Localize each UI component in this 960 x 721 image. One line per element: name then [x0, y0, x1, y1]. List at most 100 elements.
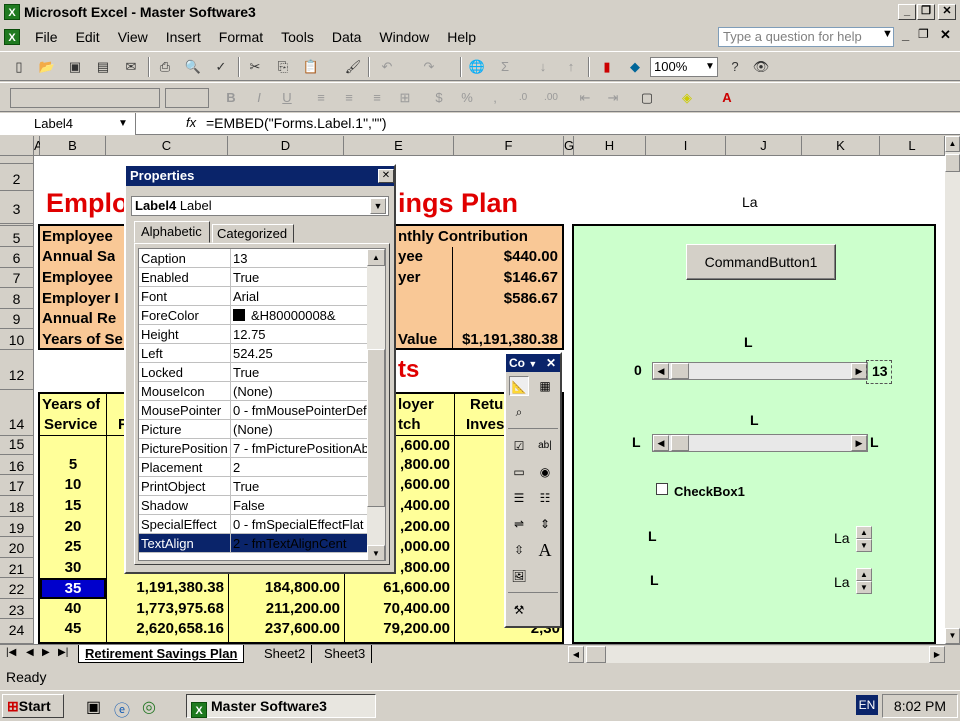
- property-value[interactable]: 524.25: [230, 344, 367, 363]
- undo-icon[interactable]: ↶: [378, 58, 396, 76]
- spin-button-tool-icon[interactable]: ⇕: [535, 514, 555, 534]
- label-la-top[interactable]: La: [742, 194, 758, 210]
- font-select[interactable]: [10, 88, 160, 108]
- row-header-5[interactable]: 5: [0, 226, 34, 247]
- menu-edit[interactable]: Edit: [67, 29, 109, 45]
- drawing-icon[interactable]: ◆: [626, 58, 644, 76]
- listbox-tool-icon[interactable]: ☰: [509, 488, 529, 508]
- print-preview-icon[interactable]: 🔍: [184, 58, 202, 76]
- formula-content[interactable]: =EMBED("Forms.Label.1",""): [206, 115, 387, 131]
- doc-minimize-button[interactable]: _: [902, 27, 909, 42]
- view-code-icon[interactable]: ⌕: [509, 402, 529, 422]
- fill-color-icon[interactable]: ◈: [678, 89, 696, 107]
- tab-retirement-savings-plan[interactable]: Retirement Savings Plan: [78, 645, 245, 663]
- col-header-c[interactable]: C: [106, 136, 228, 156]
- name-box-dropdown-icon[interactable]: ▼: [118, 118, 128, 129]
- property-value[interactable]: 13: [230, 249, 367, 268]
- start-button[interactable]: ⊞Start: [2, 694, 64, 718]
- doc-close-button[interactable]: ✕: [940, 27, 951, 43]
- row-header-9[interactable]: 9: [0, 309, 34, 329]
- design-mode-icon[interactable]: 📐: [509, 376, 529, 396]
- property-row[interactable]: TextAlign 2 - fmTextAlignCent: [139, 534, 367, 553]
- tab-alphabetic[interactable]: Alphabetic: [134, 221, 210, 243]
- row-header-19[interactable]: 19: [0, 517, 34, 537]
- row-header-16[interactable]: 16: [0, 455, 34, 475]
- tab-last-icon[interactable]: ▶|: [58, 647, 68, 658]
- col-header-g[interactable]: G: [564, 136, 574, 156]
- increase-indent-icon[interactable]: ⇥: [604, 89, 622, 107]
- sort-descending-icon[interactable]: ↑: [562, 58, 580, 76]
- selected-cell-b22[interactable]: 35: [40, 578, 106, 599]
- row-header-6[interactable]: 6: [0, 247, 34, 268]
- ask-question-input[interactable]: Type a question for help: [718, 27, 894, 47]
- more-controls-icon[interactable]: ⚒: [509, 600, 529, 620]
- form-label-l3[interactable]: L: [648, 528, 657, 544]
- property-row[interactable]: MousePointer 0 - fmMousePointerDefa: [139, 401, 367, 420]
- property-value[interactable]: 0 - fmSpecialEffectFlat: [230, 515, 367, 534]
- cut-icon[interactable]: ✂: [246, 58, 264, 76]
- decrease-decimal-icon[interactable]: .00: [542, 89, 560, 107]
- ask-dropdown-icon[interactable]: ▼: [882, 28, 893, 40]
- property-value[interactable]: 0 - fmMousePointerDefa: [230, 401, 367, 420]
- horizontal-scrollbar[interactable]: ◀ ▶: [568, 646, 945, 663]
- properties-window[interactable]: Properties ✕ Label4 Label ▼ Alphabetic C…: [124, 164, 396, 574]
- italic-icon[interactable]: I: [250, 89, 268, 107]
- property-row[interactable]: Picture (None): [139, 420, 367, 439]
- spin2-label[interactable]: La: [834, 574, 850, 590]
- toggle-button-tool-icon[interactable]: ⇌: [509, 514, 529, 534]
- property-row[interactable]: Locked True: [139, 363, 367, 382]
- property-value[interactable]: True: [230, 477, 367, 496]
- merge-center-icon[interactable]: ⊞: [396, 89, 414, 107]
- scrollbar2-right-label[interactable]: L: [870, 434, 879, 450]
- tab-next-icon[interactable]: ▶: [42, 647, 50, 658]
- zoom-dropdown-icon[interactable]: ▼: [705, 61, 715, 72]
- col-header-b[interactable]: B: [40, 136, 106, 156]
- property-row[interactable]: Left 524.25: [139, 344, 367, 363]
- row-header-23[interactable]: 23: [0, 599, 34, 619]
- scrollbar-tool-icon[interactable]: ⇳: [509, 540, 529, 560]
- tab-sheet3[interactable]: Sheet3: [318, 645, 373, 663]
- taskbar-excel-button[interactable]: X Master Software3: [186, 694, 376, 718]
- option-button-tool-icon[interactable]: ◉: [535, 462, 555, 482]
- email-icon[interactable]: ✉: [122, 58, 140, 76]
- col-header-d[interactable]: D: [228, 136, 344, 156]
- quicklaunch-ie-icon[interactable]: ⓔ: [114, 697, 130, 721]
- menu-view[interactable]: View: [109, 29, 157, 45]
- help-icon[interactable]: ?: [726, 58, 744, 76]
- minimize-button[interactable]: _: [898, 4, 916, 20]
- comma-icon[interactable]: ,: [486, 89, 504, 107]
- property-value[interactable]: False: [230, 496, 367, 515]
- menu-tools[interactable]: Tools: [272, 29, 323, 45]
- textbox-tool-icon[interactable]: ab|: [535, 436, 555, 456]
- autosum-icon[interactable]: Σ: [496, 58, 514, 76]
- property-value[interactable]: (None): [230, 420, 367, 439]
- property-row[interactable]: PrintObject True: [139, 477, 367, 496]
- row-header-14[interactable]: 14: [0, 390, 34, 436]
- row-header-15[interactable]: 15: [0, 436, 34, 455]
- row-header-7[interactable]: 7: [0, 268, 34, 288]
- col-header-e[interactable]: E: [344, 136, 454, 156]
- property-row[interactable]: Height 12.75: [139, 325, 367, 344]
- row-header-8[interactable]: 8: [0, 288, 34, 309]
- object-select[interactable]: Label4 Label: [131, 196, 389, 216]
- col-header-f[interactable]: F: [454, 136, 564, 156]
- align-right-icon[interactable]: ≡: [368, 89, 386, 107]
- increase-decimal-icon[interactable]: .0: [514, 89, 532, 107]
- spelling-icon[interactable]: ✓: [212, 58, 230, 76]
- spin1-label[interactable]: La: [834, 530, 850, 546]
- copy-icon[interactable]: ⎘: [274, 58, 292, 76]
- combobox-tool-icon[interactable]: ☷: [535, 488, 555, 508]
- menu-file[interactable]: File: [26, 29, 67, 45]
- row-header-21[interactable]: 21: [0, 558, 34, 578]
- scrollbar2-left-label[interactable]: L: [632, 434, 641, 450]
- row-header-10[interactable]: 10: [0, 329, 34, 350]
- image-tool-icon[interactable]: 🖼: [509, 566, 529, 586]
- property-value[interactable]: Arial: [230, 287, 367, 306]
- property-list[interactable]: Caption 13 Enabled True Font Arial ForeColor &H…: [138, 248, 386, 561]
- scrollbar-1[interactable]: ◀ ▶: [652, 362, 868, 380]
- bold-icon[interactable]: B: [222, 89, 240, 107]
- borders-icon[interactable]: ▢: [638, 89, 656, 107]
- tab-categorized[interactable]: Categorized: [212, 224, 294, 243]
- scrollbar-2[interactable]: ◀ ▶: [652, 434, 868, 452]
- permission-icon[interactable]: ▤: [94, 58, 112, 76]
